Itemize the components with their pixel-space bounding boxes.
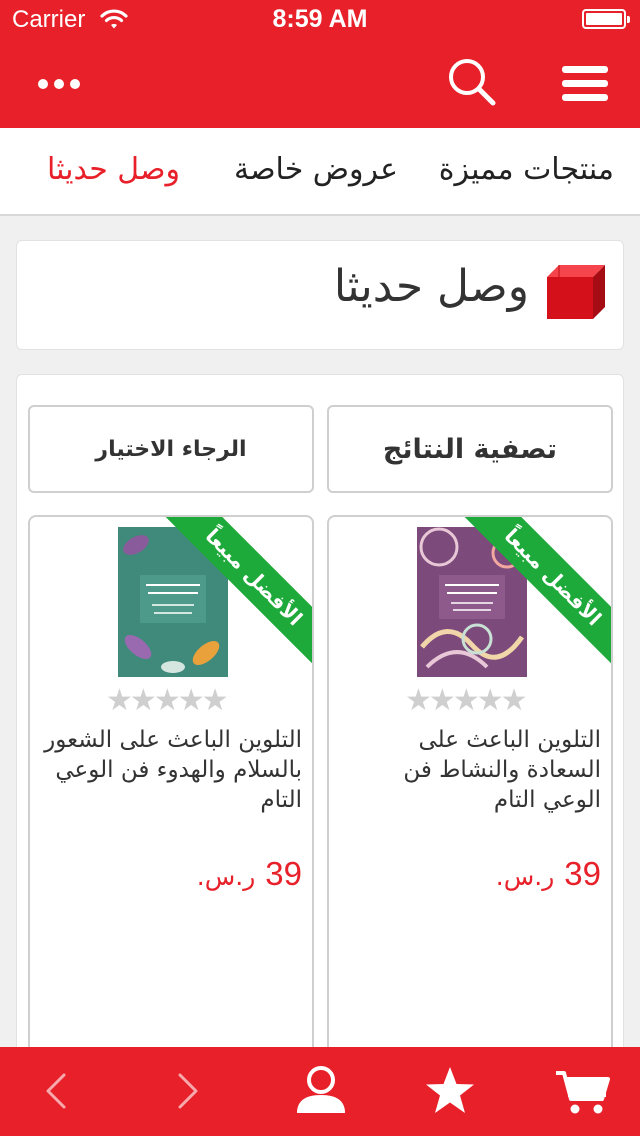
empty-star-icon: ★ xyxy=(500,683,528,718)
rating-stars: ★★★★★ xyxy=(106,683,229,718)
hamburger-menu-icon[interactable] xyxy=(562,66,608,108)
tab-featured-products[interactable]: منتجات مميزة xyxy=(439,152,614,187)
category-tabs: منتجات مميزة عروض خاصة وصل حديثا xyxy=(0,128,640,216)
product-price: 39 ر.س. xyxy=(197,855,302,893)
product-card[interactable]: الأفضل مبيعاً ★★★★★ التلوين الباعث على ا… xyxy=(327,515,613,1075)
back-arrow-icon[interactable] xyxy=(42,1069,70,1113)
sort-select-dropdown[interactable]: الرجاء الاختيار xyxy=(28,405,314,493)
red-cube-icon xyxy=(547,265,605,319)
empty-star-icon: ★ xyxy=(153,683,181,718)
products-card: تصفية النتائج الرجاء الاختيار الأفضل مبي… xyxy=(16,374,624,1075)
empty-star-icon: ★ xyxy=(476,683,504,718)
tab-new-arrivals[interactable]: وصل حديثا xyxy=(47,152,180,187)
empty-star-icon: ★ xyxy=(129,683,157,718)
cart-icon[interactable] xyxy=(554,1067,610,1115)
section-title: وصل حديثا xyxy=(333,261,529,312)
empty-star-icon: ★ xyxy=(428,683,456,718)
bottom-tab-bar xyxy=(0,1047,640,1136)
product-price: 39 ر.س. xyxy=(496,855,601,893)
price-currency: ر.س. xyxy=(495,862,555,891)
product-name[interactable]: التلوين الباعث على الشعور بالسلام والهدو… xyxy=(40,725,302,815)
search-icon[interactable] xyxy=(446,56,498,108)
battery-icon xyxy=(582,9,630,29)
top-nav-bar xyxy=(0,40,640,128)
status-bar: Carrier 8:59 AM xyxy=(0,0,640,40)
section-header-card: وصل حديثا xyxy=(16,240,624,350)
filter-results-button[interactable]: تصفية النتائج xyxy=(327,405,613,493)
empty-star-icon: ★ xyxy=(405,683,432,718)
empty-star-icon: ★ xyxy=(106,683,133,718)
battery-level xyxy=(586,13,622,25)
price-value: 39 xyxy=(265,855,302,892)
price-currency: ر.س. xyxy=(196,862,256,891)
star-icon[interactable] xyxy=(424,1065,476,1117)
product-card[interactable]: الأفضل مبيعاً ★★★★★ التلوين الباعث على ا… xyxy=(28,515,314,1075)
empty-star-icon: ★ xyxy=(177,683,205,718)
user-icon[interactable] xyxy=(294,1065,348,1115)
empty-star-icon: ★ xyxy=(201,683,229,718)
rating-stars: ★★★★★ xyxy=(405,683,528,718)
product-name[interactable]: التلوين الباعث على السعادة والنشاط فن ال… xyxy=(339,725,601,815)
tab-special-offers[interactable]: عروض خاصة xyxy=(234,152,398,187)
clock: 8:59 AM xyxy=(272,5,368,33)
more-dots-icon[interactable] xyxy=(38,74,86,93)
forward-arrow-icon[interactable] xyxy=(174,1069,202,1113)
empty-star-icon: ★ xyxy=(452,683,480,718)
price-value: 39 xyxy=(564,855,601,892)
